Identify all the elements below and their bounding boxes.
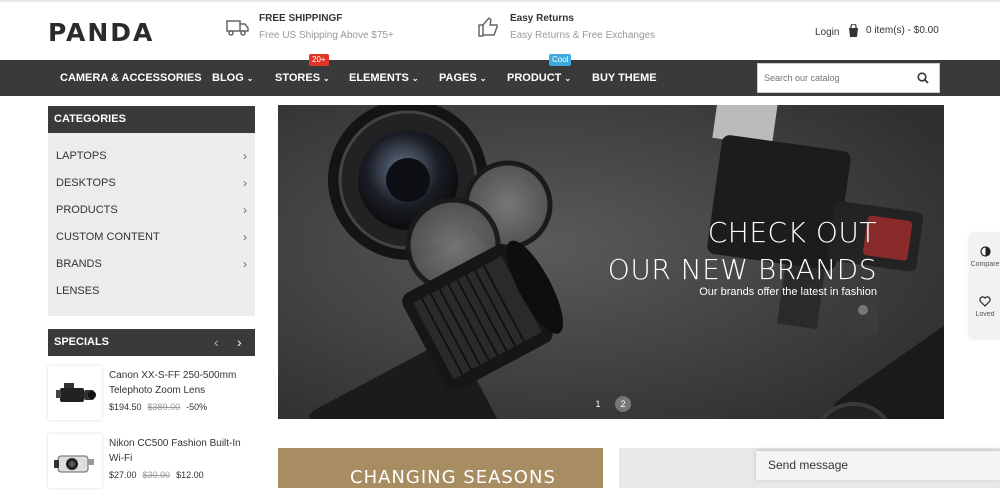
- video-camera-image: [56, 383, 96, 402]
- nav-buy-theme[interactable]: BUY THEME: [592, 60, 657, 96]
- categories-title: CATEGORIES: [48, 106, 255, 133]
- product-badge: Cool: [549, 54, 572, 66]
- categories-panel: CATEGORIES LAPTOPS › DESKTOPS › PRODUCTS › …: [48, 106, 255, 316]
- category-label: LENSES: [56, 285, 100, 297]
- slider-dot-2[interactable]: 2: [615, 396, 631, 412]
- promo-title: Easy Returns: [510, 13, 574, 24]
- category-label: DESKTOPS: [56, 177, 116, 189]
- categories-list: LAPTOPS › DESKTOPS › PRODUCTS › CUSTOM CONT…: [48, 133, 255, 305]
- category-desktops[interactable]: DESKTOPS ›: [48, 170, 255, 197]
- side-tools: Compare Loved: [970, 234, 1000, 338]
- category-lenses[interactable]: LENSES: [48, 278, 255, 305]
- free-shipping-promo: FREE SHIPPINGF Free US Shipping Above $7…: [226, 12, 394, 43]
- nav-elements[interactable]: ELEMENTS ⌄: [349, 60, 419, 96]
- chevron-down-icon: ⌄: [323, 74, 330, 83]
- category-custom-content[interactable]: CUSTOM CONTENT ›: [48, 224, 255, 251]
- specials-title: SPECIALS: [48, 329, 255, 356]
- nav-label: PAGES: [439, 72, 477, 84]
- special-product[interactable]: Nikon CC500 Fashion Built-In Wi-Fi $27.0…: [48, 434, 255, 492]
- shopping-bag-icon: [849, 24, 858, 37]
- chevron-right-icon: ›: [243, 149, 247, 163]
- seasons-promo[interactable]: CHANGING SEASONS: [278, 448, 603, 488]
- nav-label: BLOG: [212, 72, 244, 84]
- specials-header: SPECIALS ‹ ›: [48, 329, 255, 356]
- nav-label: BUY THEME: [592, 72, 657, 84]
- site-header: PANDA FREE SHIPPINGF Free US Shipping Ab…: [0, 2, 1000, 60]
- nav-blog[interactable]: BLOG ⌄: [212, 60, 253, 96]
- category-brands[interactable]: BRANDS ›: [48, 251, 255, 278]
- slider-dot-1[interactable]: 1: [590, 396, 606, 412]
- heart-icon: [979, 296, 991, 307]
- truck-icon: [226, 20, 249, 36]
- category-label: BRANDS: [56, 258, 102, 270]
- nav-label: PRODUCT: [507, 72, 562, 84]
- nav-camera-accessories[interactable]: CAMERA & ACCESSORIES: [60, 60, 202, 96]
- product-discount: -50%: [186, 402, 208, 412]
- specials-panel: SPECIALS ‹ › Canon XX-S-FF 250-500mm Tel…: [48, 329, 255, 492]
- thumbs-up-icon: [478, 17, 498, 37]
- loved-label: Loved: [975, 311, 995, 318]
- banner-line-1: CHECK OUT: [707, 216, 877, 249]
- product-name[interactable]: Canon XX-S-FF 250-500mm Telephoto Zoom L…: [109, 368, 255, 398]
- cart-button[interactable]: 0 item(s) - $0.00: [848, 24, 939, 37]
- chevron-down-icon: ⌄: [246, 74, 254, 83]
- promo-subtitle: Easy Returns & Free Exchanges: [510, 30, 656, 41]
- chevron-down-icon: ⌄: [564, 74, 572, 83]
- banner-line-2: OUR NEW BRANDS: [607, 253, 877, 286]
- product-discount: $12.00: [176, 470, 204, 480]
- cart-summary: 0 item(s) - $0.00: [866, 25, 939, 36]
- search-box: [757, 63, 940, 93]
- hero-banner[interactable]: CHECK OUT OUR NEW BRANDS Our brands offe…: [278, 105, 944, 419]
- category-label: PRODUCTS: [56, 204, 118, 216]
- category-laptops[interactable]: LAPTOPS ›: [48, 143, 255, 170]
- nav-pages[interactable]: PAGES ⌄: [439, 60, 486, 96]
- site-logo[interactable]: PANDA: [48, 18, 154, 47]
- contrast-icon: [979, 246, 991, 257]
- chevron-right-icon: ›: [243, 203, 247, 217]
- compare-tool[interactable]: Compare: [970, 246, 1000, 268]
- promo-subtitle: Free US Shipping Above $75+: [259, 30, 394, 41]
- category-label: CUSTOM CONTENT: [56, 231, 160, 243]
- product-prices: $27.00 $30.00 $12.00: [109, 470, 204, 480]
- search-input[interactable]: [758, 64, 908, 92]
- banner-headline: CHECK OUT OUR NEW BRANDS: [608, 214, 877, 288]
- category-label: LAPTOPS: [56, 150, 107, 162]
- chevron-right-icon: ›: [243, 176, 247, 190]
- product-name[interactable]: Nikon CC500 Fashion Built-In Wi-Fi: [109, 436, 255, 466]
- loved-tool[interactable]: Loved: [970, 296, 1000, 318]
- product-old-price: $30.00: [142, 470, 171, 480]
- product-price: $194.50: [109, 402, 142, 412]
- easy-returns-promo: Easy Returns Easy Returns & Free Exchang…: [477, 12, 655, 43]
- search-icon[interactable]: [917, 72, 929, 84]
- product-prices: $194.50 $389.00 -50%: [109, 402, 207, 412]
- chat-label: Send message: [768, 458, 849, 472]
- compare-label: Compare: [970, 261, 1000, 268]
- chevron-left-icon[interactable]: ‹: [214, 329, 219, 356]
- promo-title: FREE SHIPPINGF: [259, 13, 343, 24]
- chevron-right-icon: ›: [243, 257, 247, 271]
- special-product[interactable]: Canon XX-S-FF 250-500mm Telephoto Zoom L…: [48, 366, 255, 424]
- login-link[interactable]: Login: [815, 27, 839, 38]
- chevron-right-icon[interactable]: ›: [237, 329, 242, 356]
- product-thumbnail[interactable]: [48, 366, 102, 420]
- nav-product[interactable]: Cool PRODUCT ⌄: [507, 54, 572, 96]
- chevron-down-icon: ⌄: [479, 74, 487, 83]
- nav-label: ELEMENTS: [349, 72, 409, 84]
- chevron-right-icon: ›: [243, 230, 247, 244]
- nav-label: CAMERA & ACCESSORIES: [60, 72, 202, 84]
- chat-widget[interactable]: Send message: [756, 451, 1000, 480]
- stores-badge: 20+: [309, 54, 329, 66]
- seasons-title: CHANGING SEASONS: [350, 467, 556, 488]
- product-old-price: $389.00: [147, 402, 181, 412]
- category-products[interactable]: PRODUCTS ›: [48, 197, 255, 224]
- product-price: $27.00: [109, 470, 137, 480]
- nav-label: STORES: [275, 72, 321, 84]
- chevron-down-icon: ⌄: [411, 74, 419, 83]
- banner-subtitle: Our brands offer the latest in fashion: [699, 286, 877, 298]
- nav-stores[interactable]: 20+ STORES ⌄: [275, 54, 330, 96]
